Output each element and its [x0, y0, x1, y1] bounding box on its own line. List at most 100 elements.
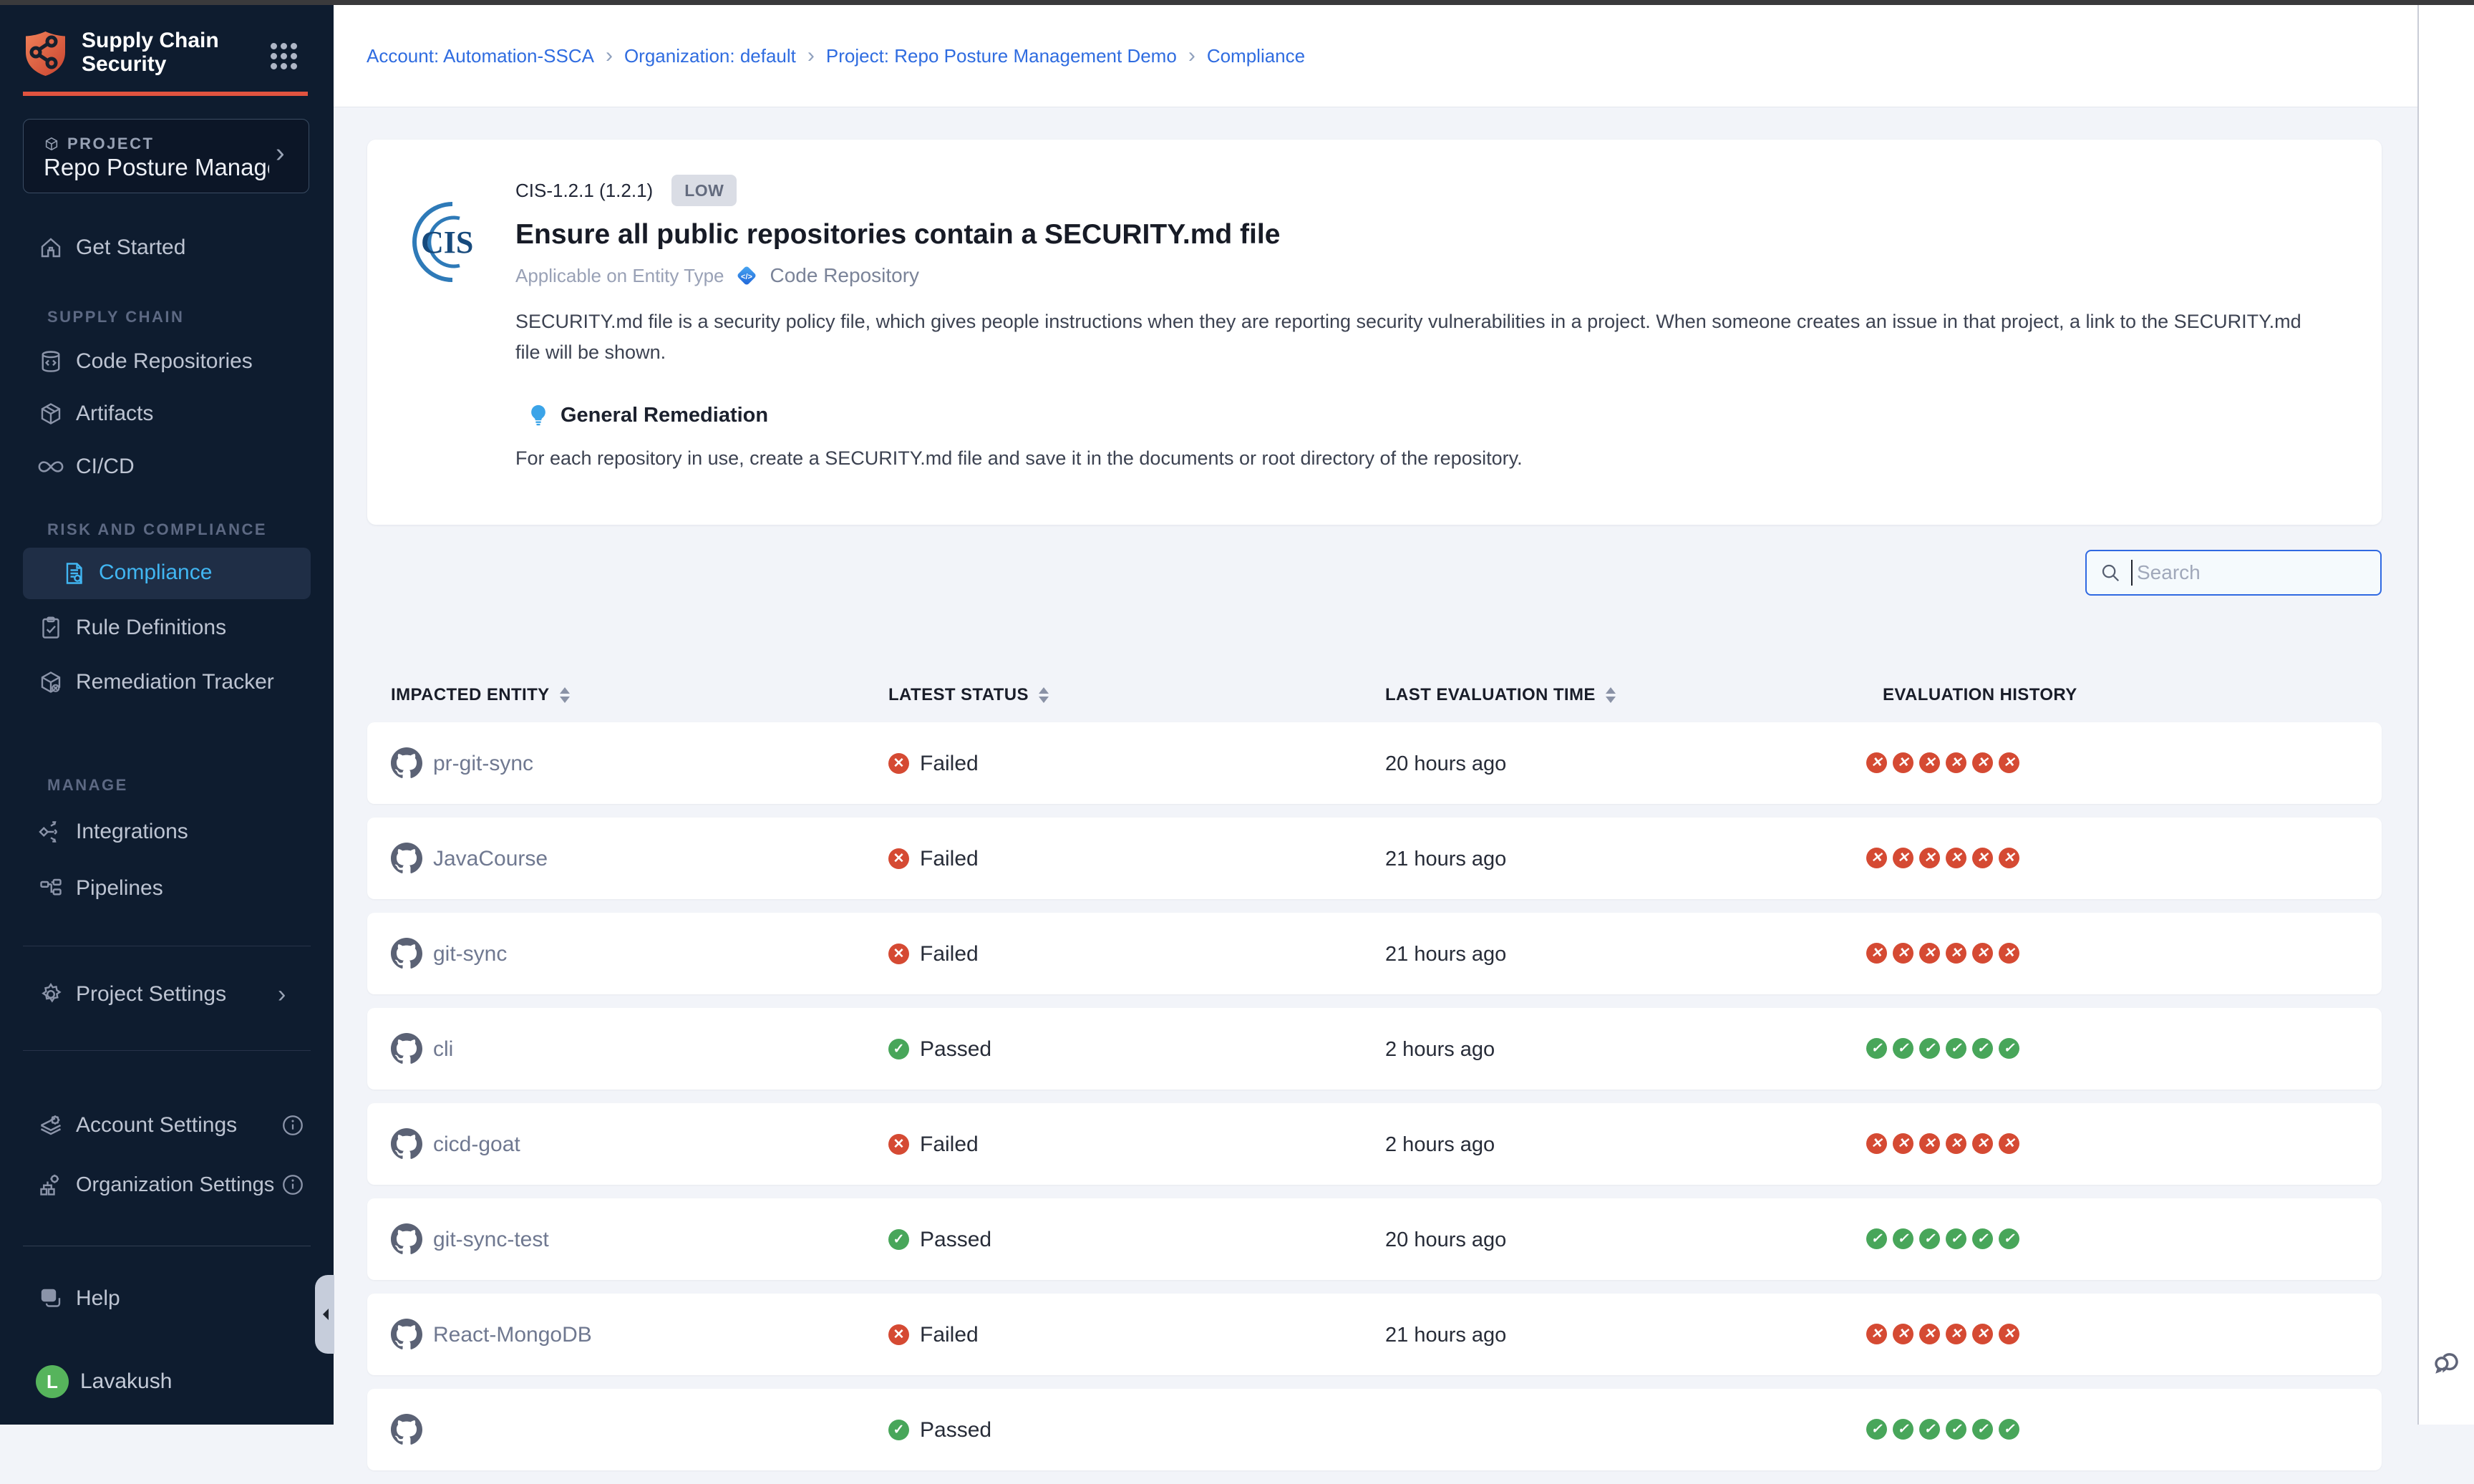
help-icon: ? — [37, 1285, 64, 1312]
compliance-icon — [60, 560, 87, 587]
breadcrumb-compliance[interactable]: Compliance — [1207, 45, 1305, 67]
organization-settings-icon — [37, 1171, 64, 1198]
github-icon — [391, 1223, 422, 1255]
breadcrumb-separator-icon: › — [1188, 44, 1195, 68]
breadcrumb-project[interactable]: Project: Repo Posture Management Demo — [826, 45, 1177, 67]
project-chevron-icon: › — [276, 138, 285, 169]
sidebar-item-compliance[interactable]: Compliance — [23, 548, 311, 599]
rule-description: SECURITY.md file is a security policy fi… — [515, 306, 2391, 368]
project-name: Repo Posture Manage... — [44, 154, 269, 181]
entity-name[interactable]: pr-git-sync — [433, 752, 533, 776]
sidebar-item-integrations[interactable]: Integrations — [0, 806, 334, 858]
entity-name[interactable]: React-MongoDB — [433, 1323, 592, 1347]
sort-icon[interactable] — [1606, 687, 1616, 703]
section-manage: MANAGE — [47, 776, 128, 795]
sidebar-item-project-settings[interactable]: Project Settings › — [0, 969, 334, 1020]
entity-name[interactable]: git-sync-test — [433, 1228, 549, 1252]
artifacts-icon — [37, 400, 64, 427]
sidebar-item-get-started[interactable]: Get Started — [0, 222, 334, 273]
evaluation-history — [1866, 1133, 2019, 1154]
svg-text:</>: </> — [742, 273, 753, 281]
app-title: Supply Chain Security — [82, 29, 219, 76]
entity-name[interactable]: cicd-goat — [433, 1133, 520, 1157]
sidebar-item-help[interactable]: ? Help — [0, 1273, 334, 1324]
entity-name[interactable]: git-sync — [433, 942, 507, 966]
table-row[interactable]: cicd-goat Failed 2 hours ago — [367, 1103, 2382, 1185]
table-row[interactable]: pr-git-sync Failed 20 hours ago — [367, 722, 2382, 804]
sidebar-item-cicd[interactable]: CI/CD — [0, 441, 334, 493]
evaluation-time: 20 hours ago — [1385, 1228, 1506, 1252]
evaluation-time: 20 hours ago — [1385, 752, 1506, 776]
evaluation-history — [1866, 1419, 2019, 1440]
sort-icon[interactable] — [560, 687, 570, 703]
evaluation-history — [1866, 1228, 2019, 1249]
user-avatar[interactable]: L — [36, 1365, 69, 1398]
github-icon — [391, 1128, 422, 1160]
right-gutter — [2417, 5, 2474, 1425]
project-settings-gear-icon — [37, 981, 64, 1008]
breadcrumb-account[interactable]: Account: Automation-SSCA — [367, 45, 594, 67]
text-caret — [2131, 560, 2133, 586]
evaluation-history — [1866, 1038, 2019, 1059]
window-top-bar — [0, 0, 2474, 5]
sidebar-item-pipelines[interactable]: Pipelines — [0, 863, 334, 914]
collapse-arrow-icon — [317, 1309, 329, 1320]
github-icon — [391, 1414, 422, 1445]
sort-icon[interactable] — [1039, 687, 1049, 703]
table-row[interactable]: git-sync Failed 21 hours ago — [367, 913, 2382, 994]
table-row[interactable]: git-sync-test Passed 20 hours ago — [367, 1198, 2382, 1280]
status-label: Passed — [920, 1418, 991, 1442]
status-label: Failed — [920, 942, 979, 966]
user-name[interactable]: Lavakush — [80, 1369, 172, 1394]
remediation-text: For each repository in use, create a SEC… — [515, 447, 1523, 470]
table-row[interactable]: JavaCourse Failed 21 hours ago — [367, 818, 2382, 899]
evaluation-time: 21 hours ago — [1385, 943, 1506, 966]
module-grid-icon[interactable] — [271, 43, 296, 69]
account-settings-icon — [37, 1112, 64, 1139]
entity-type-label[interactable]: Code Repository — [770, 264, 919, 287]
account-settings-info-icon[interactable] — [281, 1113, 305, 1138]
brand-accent-divider — [23, 92, 308, 96]
github-icon — [391, 747, 422, 779]
column-header-last-evaluation-time[interactable]: LAST EVALUATION TIME — [1385, 680, 1616, 710]
sidebar-item-organization-settings[interactable]: Organization Settings — [0, 1159, 334, 1211]
sidebar-item-remediation-tracker[interactable]: Remediation Tracker — [0, 656, 334, 708]
status-label: Failed — [920, 752, 979, 776]
github-icon — [391, 1033, 422, 1064]
entity-name[interactable]: JavaCourse — [433, 847, 548, 871]
table-row[interactable]: React-MongoDB Failed 21 hours ago — [367, 1294, 2382, 1375]
sidebar-collapse-handle[interactable] — [315, 1275, 334, 1354]
table-row[interactable]: Passed — [367, 1389, 2382, 1470]
table-row[interactable]: cli Passed 2 hours ago — [367, 1008, 2382, 1090]
breadcrumb-separator-icon: › — [807, 44, 815, 68]
lightbulb-icon — [526, 403, 550, 427]
breadcrumb-organization[interactable]: Organization: default — [624, 45, 796, 67]
sidebar-divider — [23, 1050, 311, 1051]
cis-logo: CIS. — [405, 197, 474, 291]
evaluation-history — [1866, 943, 2019, 964]
status-label: Failed — [920, 1323, 979, 1347]
github-icon — [391, 1319, 422, 1350]
search-placeholder: Search — [2137, 561, 2201, 584]
status-label: Passed — [920, 1228, 991, 1252]
sidebar-item-account-settings[interactable]: Account Settings — [0, 1100, 334, 1151]
column-header-latest-status[interactable]: LATEST STATUS — [888, 680, 1049, 710]
project-selector[interactable]: PROJECT Repo Posture Manage... › — [23, 119, 309, 193]
evaluation-time: 21 hours ago — [1385, 848, 1506, 871]
organization-settings-info-icon[interactable] — [281, 1173, 305, 1197]
sidebar-item-artifacts[interactable]: Artifacts — [0, 388, 334, 440]
github-icon — [391, 938, 422, 969]
column-header-impacted-entity[interactable]: IMPACTED ENTITY — [391, 680, 570, 710]
search-input[interactable]: Search — [2085, 550, 2382, 596]
evaluation-time: 2 hours ago — [1385, 1038, 1495, 1062]
sidebar-item-code-repositories[interactable]: Code Repositories — [0, 336, 334, 387]
entity-name[interactable]: cli — [433, 1037, 453, 1062]
status-icon — [888, 1134, 909, 1155]
sidebar-item-rule-definitions[interactable]: Rule Definitions — [0, 602, 334, 654]
integrations-icon — [37, 818, 64, 845]
pipelines-icon — [37, 875, 64, 902]
github-icon — [391, 843, 422, 874]
project-label: PROJECT — [67, 135, 154, 153]
support-chat-icon[interactable] — [2431, 1344, 2464, 1379]
section-risk-and-compliance: RISK AND COMPLIANCE — [47, 520, 267, 539]
